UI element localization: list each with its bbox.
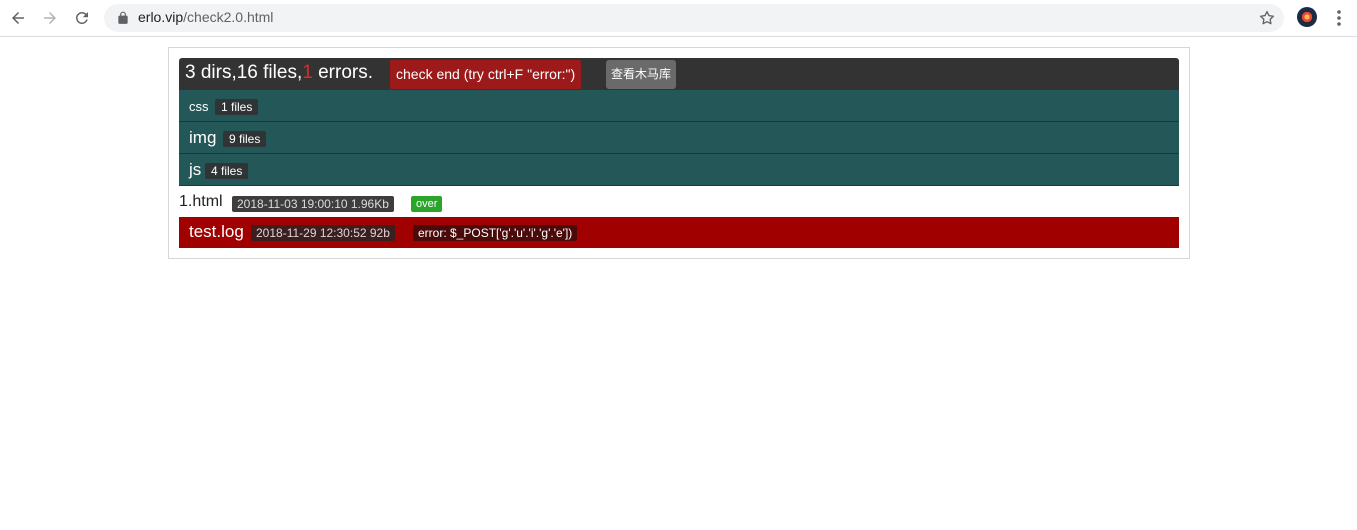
url-path: /check2.0.html — [183, 9, 274, 25]
dir-name[interactable]: img — [189, 128, 216, 148]
file-name: test.log — [189, 222, 244, 241]
dir-row-img[interactable]: img 9 files — [179, 122, 1179, 154]
error-message: error: $_POST['g'.'u'.'i'.'g'.'e']) — [413, 225, 578, 241]
file-row: 1.html 2018-11-03 19:00:10 1.96Kb over — [179, 187, 1179, 217]
back-icon[interactable] — [6, 6, 30, 30]
menu-icon[interactable] — [1330, 8, 1348, 28]
lock-icon[interactable] — [116, 11, 130, 25]
file-name: 1.html — [179, 193, 223, 210]
error-file-row: test.log 2018-11-29 12:30:52 92b error: … — [179, 217, 1179, 248]
file-count-badge: 4 files — [205, 163, 249, 179]
check-result-panel: 3 dirs,16 files,1 errors. check end (try… — [168, 47, 1190, 259]
view-trojan-library-button[interactable]: 查看木马库 — [606, 60, 676, 89]
forward-icon[interactable] — [38, 6, 62, 30]
file-count-badge: 1 files — [215, 99, 259, 115]
file-meta: 2018-11-29 12:30:52 92b — [251, 225, 395, 241]
url-host: erlo.vip — [138, 9, 184, 25]
dir-row-css[interactable]: css 1 files — [179, 90, 1179, 122]
url-text[interactable]: erlo.vip/check2.0.html — [138, 9, 273, 25]
file-count-badge: 9 files — [223, 131, 267, 147]
dir-name[interactable]: js — [189, 160, 201, 180]
extension-icon[interactable] — [1297, 7, 1317, 27]
summary-text: 3 dirs,16 files,1 errors. — [185, 62, 373, 84]
dir-row-js[interactable]: js 4 files — [179, 154, 1179, 186]
summary-suffix: errors. — [312, 62, 373, 83]
reload-icon[interactable] — [70, 6, 94, 30]
file-meta: 2018-11-03 19:00:10 1.96Kb — [232, 196, 394, 212]
summary-prefix: 3 dirs,16 files, — [185, 62, 303, 83]
browser-toolbar: erlo.vip/check2.0.html — [0, 0, 1357, 37]
error-count: 1 — [302, 62, 313, 83]
star-icon[interactable] — [1258, 9, 1276, 27]
summary-bar: 3 dirs,16 files,1 errors. check end (try… — [179, 58, 1179, 90]
address-bar[interactable]: erlo.vip/check2.0.html — [104, 4, 1284, 32]
check-end-badge: check end (try ctrl+F "error:") — [390, 60, 582, 89]
status-badge: over — [411, 196, 443, 212]
dir-name[interactable]: css — [189, 99, 209, 114]
